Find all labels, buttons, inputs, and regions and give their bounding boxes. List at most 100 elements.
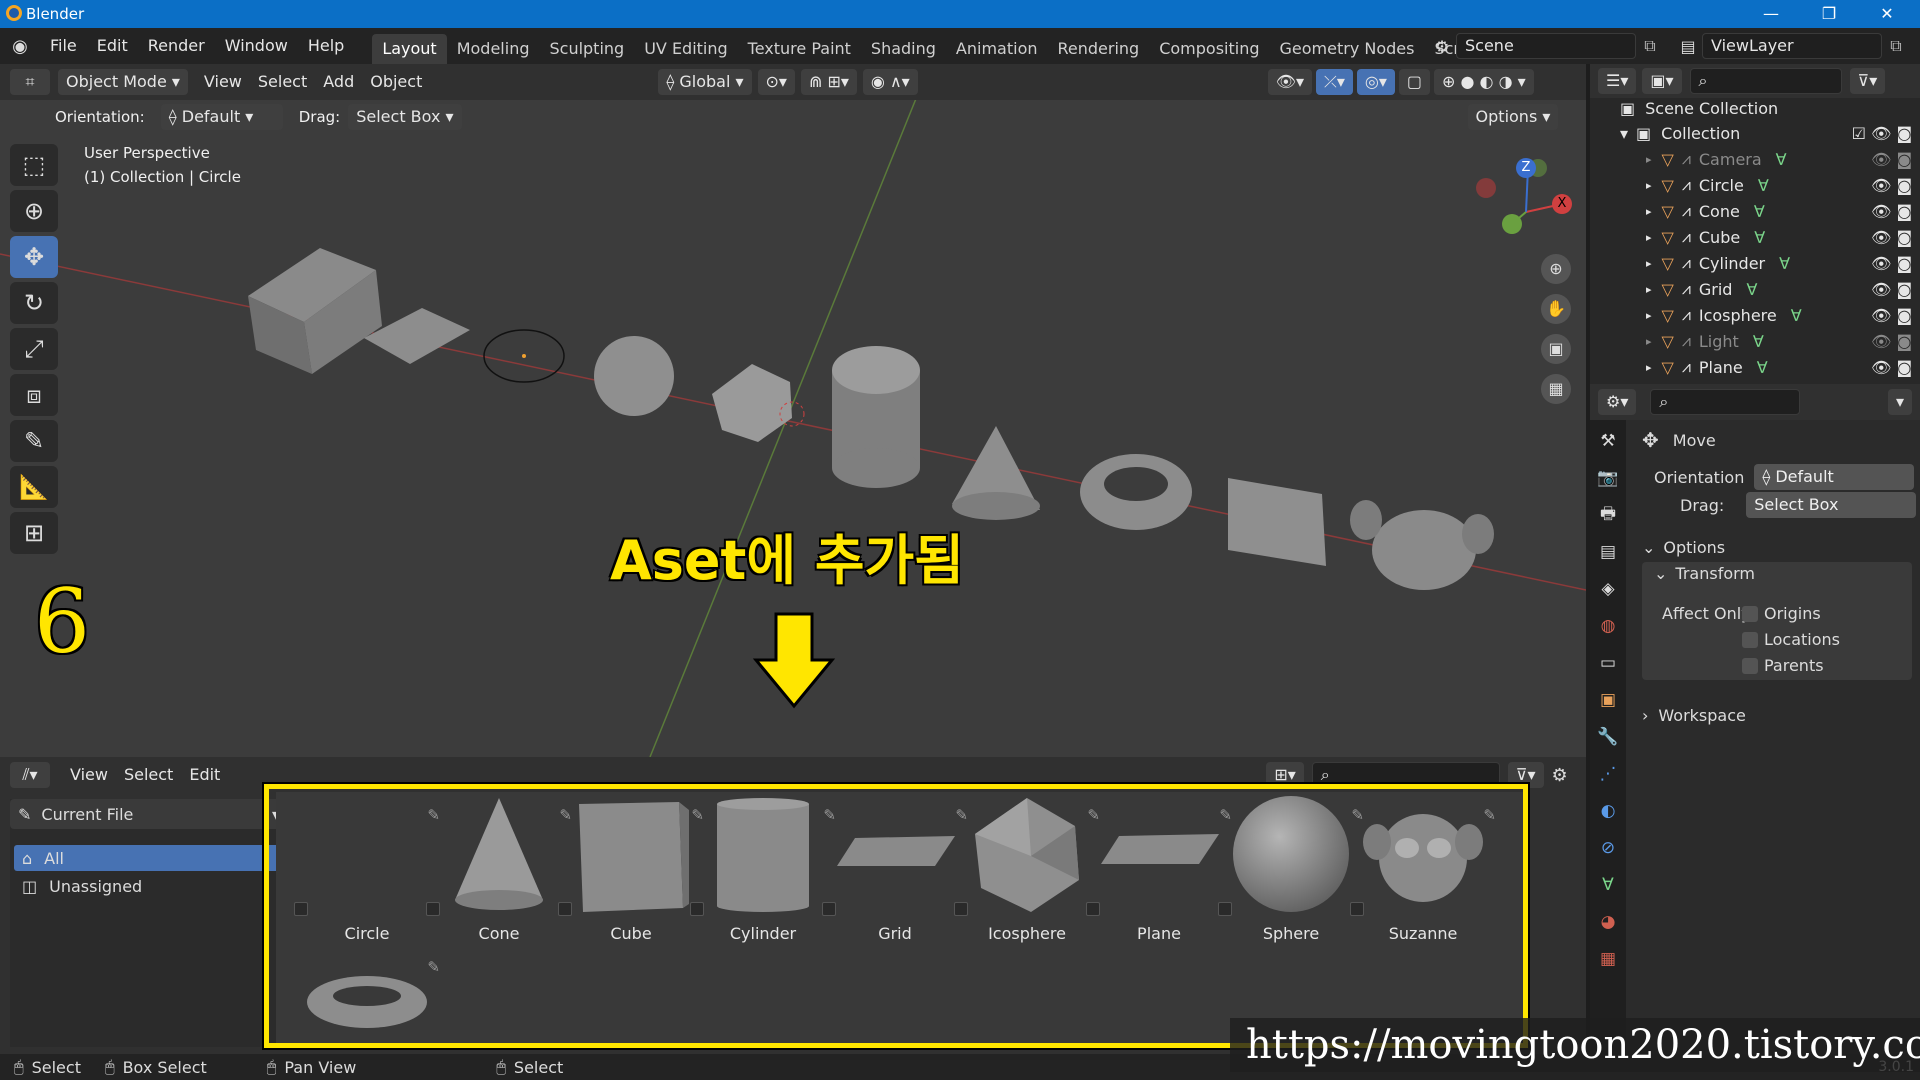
asset-settings-gear-icon[interactable]: ⚙	[1552, 765, 1568, 786]
expand-arrow-icon[interactable]: ▸	[1646, 309, 1652, 322]
viewport-menu-view[interactable]: View	[196, 69, 250, 95]
expand-arrow-icon[interactable]: ▸	[1646, 153, 1652, 166]
eye-camera-icons[interactable]: 👁 ◙	[1871, 228, 1912, 247]
tab-sculpting[interactable]: Sculpting	[539, 34, 634, 64]
expand-arrow-icon[interactable]: ▸	[1646, 283, 1652, 296]
prop-drag-dropdown[interactable]: Select Box	[1746, 492, 1917, 518]
scene-selector[interactable]: ⚙ Scene ⧉	[1428, 33, 1664, 59]
expand-arrow-icon[interactable]: ▸	[1646, 205, 1652, 218]
visibility-icon[interactable]: 👁▾	[1267, 69, 1313, 95]
expand-arrow-icon[interactable]: ▸	[1646, 361, 1652, 374]
rotate-tool-icon[interactable]: ↻	[10, 282, 58, 324]
expand-arrow-icon[interactable]: ▸	[1646, 231, 1652, 244]
outliner-item-grid[interactable]: ▸ ▽ ⩘ Grid ∀ 👁 ◙	[1590, 276, 1920, 302]
zoom-icon[interactable]: ⊕	[1541, 254, 1571, 284]
asset-item-icosphere[interactable]: ✎ Icosphere	[954, 796, 1100, 946]
blender-menu-icon[interactable]: ◉	[0, 36, 40, 57]
display-mode-icon[interactable]: ▣▾	[1642, 68, 1682, 94]
scene-tab-icon[interactable]: ◈	[1592, 573, 1624, 605]
asset-checkbox[interactable]	[690, 902, 704, 916]
properties-search-input[interactable]: ⌕	[1650, 389, 1801, 415]
tab-geometry-nodes[interactable]: Geometry Nodes	[1270, 34, 1425, 64]
pivot-point-icon[interactable]: ⊙▾	[757, 69, 795, 95]
menu-window[interactable]: Window	[215, 28, 298, 64]
scale-tool-icon[interactable]: ⤢	[10, 328, 58, 370]
eye-camera-icons[interactable]: 👁 ◙	[1871, 358, 1912, 377]
viewport-menu-add[interactable]: Add	[315, 69, 362, 95]
constraints-tab-icon[interactable]: ⊘	[1592, 832, 1624, 864]
transform-orientation-dropdown[interactable]: ⟠ Global ▾	[658, 69, 752, 95]
select-box-tool-icon[interactable]: ⬚	[10, 144, 58, 186]
view-layer-tab-icon[interactable]: ▤	[1592, 536, 1624, 568]
asset-item-plane[interactable]: ✎ Plane	[1086, 796, 1232, 946]
menu-edit[interactable]: Edit	[87, 28, 138, 64]
workspace-panel-header[interactable]: › Workspace	[1642, 706, 1746, 725]
perspective-grid-icon[interactable]: ▦	[1541, 374, 1571, 404]
material-tab-icon[interactable]: ◕	[1592, 906, 1624, 938]
asset-checkbox[interactable]	[1350, 902, 1364, 916]
checkbox-eye-camera-icons[interactable]: ☑ 👁 ◙	[1852, 124, 1912, 143]
gizmo-x[interactable]: X	[1552, 194, 1572, 214]
render-tab-icon[interactable]: 📷	[1592, 462, 1624, 494]
outliner-item-circle[interactable]: ▸ ▽ ⩘ Circle ∀ 👁 ◙	[1590, 172, 1920, 198]
tool-tab-icon[interactable]: ⚒	[1592, 425, 1624, 457]
shading-modes-icon[interactable]: ⊕ ● ◐ ◑ ▾	[1434, 69, 1534, 95]
add-cube-tool-icon[interactable]: ⊞	[10, 512, 58, 554]
outliner-item-cube[interactable]: ▸ ▽ ⩘ Cube ∀ 👁 ◙	[1590, 224, 1920, 250]
outliner-item-light[interactable]: ▸ ▽ ⩘ Light ∀ 👁 ◙	[1590, 328, 1920, 354]
options-dropdown[interactable]: Options ▾	[1467, 104, 1559, 130]
outliner-item-camera[interactable]: ▸ ▽ ⩘ Camera ∀ 👁 ◙	[1590, 146, 1920, 172]
camera-view-icon[interactable]: ▣	[1541, 334, 1571, 364]
eye-camera-icons[interactable]: 👁 ◙	[1871, 306, 1912, 325]
world-tab-icon[interactable]: ◍	[1592, 610, 1624, 642]
output-tab-icon[interactable]: 🖶	[1592, 499, 1624, 531]
prop-orientation-dropdown[interactable]: ⟠ Default	[1754, 464, 1915, 490]
outliner-collection[interactable]: ▾ ▣ Collection ☑ 👁 ◙	[1590, 120, 1920, 146]
asset-checkbox[interactable]	[294, 902, 308, 916]
menu-help[interactable]: Help	[298, 28, 354, 64]
expand-arrow-icon[interactable]: ▾	[1620, 124, 1628, 143]
move-tool-icon[interactable]: ✥	[10, 236, 58, 278]
parents-checkbox[interactable]: Parents	[1742, 656, 1824, 675]
tab-texture-paint[interactable]: Texture Paint	[738, 34, 861, 64]
locations-checkbox[interactable]: Locations	[1742, 630, 1840, 649]
proportional-edit-icon[interactable]: ◉ ∧▾	[862, 69, 918, 95]
tab-shading[interactable]: Shading	[861, 34, 946, 64]
measure-tool-icon[interactable]: 📐	[10, 466, 58, 508]
asset-item-grid[interactable]: ✎ Grid	[822, 796, 968, 946]
pan-hand-icon[interactable]: ✋	[1541, 294, 1571, 324]
outliner-editor-type-icon[interactable]: ☰▾	[1598, 68, 1637, 94]
library-dropdown[interactable]: ✎ Current File ▾	[10, 799, 288, 829]
close-button[interactable]: ✕	[1858, 0, 1916, 28]
eye-camera-icons[interactable]: 👁 ◙	[1871, 176, 1912, 195]
tab-modeling[interactable]: Modeling	[447, 34, 540, 64]
asset-item-cylinder[interactable]: ✎ Cylinder	[690, 796, 836, 946]
outliner-search-input[interactable]: ⌕	[1689, 68, 1842, 94]
mode-dropdown[interactable]: Object Mode ▾	[58, 69, 188, 95]
asset-item-sphere[interactable]: ✎ Sphere	[1218, 796, 1364, 946]
new-scene-icon[interactable]: ⧉	[1636, 36, 1664, 56]
viewlayer-field[interactable]: ViewLayer	[1702, 33, 1882, 59]
tab-compositing[interactable]: Compositing	[1149, 34, 1269, 64]
collection-tab-icon[interactable]: ▭	[1592, 647, 1624, 679]
eye-camera-icons[interactable]: 👁 ◙	[1871, 202, 1912, 221]
tab-layout[interactable]: Layout	[372, 34, 447, 64]
catalog-item-all[interactable]: ⌂ All	[14, 845, 284, 871]
menu-render[interactable]: Render	[138, 28, 215, 64]
edit-icon[interactable]: ✎	[1483, 806, 1496, 824]
asset-checkbox[interactable]	[822, 902, 836, 916]
asset-item-cube[interactable]: ✎ Cube	[558, 796, 704, 946]
asset-item-torus[interactable]: ✎	[302, 950, 440, 1040]
maximize-button[interactable]: ❐	[1800, 0, 1858, 28]
modifier-tab-icon[interactable]: 🔧	[1592, 721, 1624, 753]
expand-arrow-icon[interactable]: ▸	[1646, 179, 1652, 192]
asset-menu-view[interactable]: View	[62, 762, 116, 788]
outliner-item-icosphere[interactable]: ▸ ▽ ⩘ Icosphere ∀ 👁 ◙	[1590, 302, 1920, 328]
outliner-item-cone[interactable]: ▸ ▽ ⩘ Cone ∀ 👁 ◙	[1590, 198, 1920, 224]
outliner-item-cylinder[interactable]: ▸ ▽ ⩘ Cylinder ∀ 👁 ◙	[1590, 250, 1920, 276]
viewport-menu-select[interactable]: Select	[250, 69, 315, 95]
asset-menu-select[interactable]: Select	[116, 762, 181, 788]
asset-item-cone[interactable]: ✎ Cone	[426, 796, 572, 946]
asset-editor-type-icon[interactable]: ⫽▾	[10, 762, 50, 788]
transform-panel-header[interactable]: ⌄ Transform	[1654, 564, 1755, 583]
